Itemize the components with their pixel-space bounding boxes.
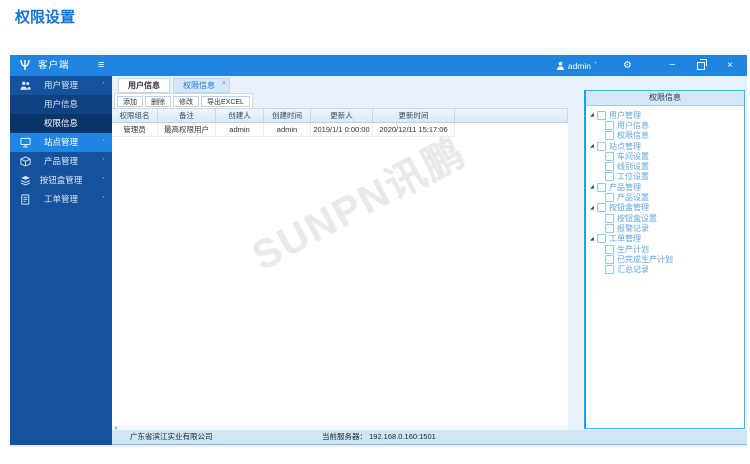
- user-name: admin: [567, 60, 591, 71]
- user-icon: [556, 61, 564, 70]
- restore-button[interactable]: [697, 59, 707, 70]
- app-name: 客户端: [38, 60, 70, 71]
- col-header-remark[interactable]: 备注: [158, 108, 216, 123]
- chevron-down-icon: ˅: [102, 177, 105, 184]
- close-button[interactable]: ×: [727, 55, 733, 76]
- permission-table: 权限组名 备注 创建人 创建时间 更新人 更新时间 管理员 最高权限用户 adm…: [112, 108, 568, 431]
- tab-bar: 用户信息 权限信息 ×: [118, 78, 230, 93]
- checkbox[interactable]: [597, 203, 606, 213]
- sidebar-item-permission-info[interactable]: 权限信息: [10, 114, 112, 133]
- tree-node-group[interactable]: ◢ 按钮盒管理: [590, 203, 742, 213]
- chevron-down-icon: ˅: [102, 196, 105, 203]
- sidebar-item-user-management[interactable]: 用户管理 ˄: [10, 76, 112, 95]
- col-header-update-time[interactable]: 更新时间: [373, 108, 455, 123]
- checkbox[interactable]: [605, 193, 614, 203]
- sidebar-item-product-management[interactable]: 产品管理 ˅: [10, 152, 112, 171]
- product-box-icon: [20, 156, 31, 167]
- sidebar: 用户管理 ˄ 用户信息 权限信息 站点管理 ˅ 产品管理 ˅ 按钮盒管理 ˅ 工…: [10, 76, 112, 445]
- app-window: 客户端 ≡ admin ˅ ⚙ – × 用户管理 ˄ 用户信息 权限信息 站点管…: [10, 55, 747, 447]
- col-header-filler: [455, 108, 568, 123]
- permission-tree: ◢ 用户管理 用户信息 权限信息 ◢ 站点管理 车间设置 线别设置 工位设置 ◢ 产品…: [586, 106, 744, 275]
- tree-node[interactable]: 汇总记录: [590, 264, 742, 274]
- tab-close-icon[interactable]: ×: [222, 77, 226, 90]
- monitor-icon: [20, 137, 31, 148]
- expand-icon: ◢: [590, 112, 594, 119]
- layers-icon: [20, 175, 31, 186]
- edit-button[interactable]: 修改: [173, 95, 199, 107]
- checkbox[interactable]: [605, 131, 614, 141]
- checkbox[interactable]: [597, 110, 606, 120]
- checkbox[interactable]: [605, 172, 614, 182]
- expand-icon: ◢: [590, 204, 594, 211]
- app-logo-icon: [19, 59, 31, 71]
- user-menu[interactable]: admin ˅: [556, 55, 597, 76]
- work-order-icon: [20, 194, 31, 205]
- export-excel-button[interactable]: 导出EXCEL: [201, 95, 250, 107]
- toolbar: 添加 删除 修改 导出EXCEL: [114, 93, 253, 109]
- tree-node[interactable]: 生产计划: [590, 244, 742, 254]
- expand-icon: ◢: [590, 235, 594, 242]
- tree-node-group[interactable]: ◢ 站点管理: [590, 141, 742, 151]
- panel-title: 权限信息: [586, 91, 744, 106]
- settings-gear-icon[interactable]: ⚙: [623, 55, 632, 76]
- tree-node[interactable]: 用户信息: [590, 120, 742, 130]
- tab-permission-info[interactable]: 权限信息 ×: [173, 78, 230, 93]
- tree-node[interactable]: 产品设置: [590, 192, 742, 202]
- chevron-down-icon: ˅: [102, 158, 105, 165]
- expand-icon: ◢: [590, 143, 594, 150]
- col-header-group-name[interactable]: 权限组名: [112, 108, 158, 123]
- sidebar-item-user-info[interactable]: 用户信息: [10, 95, 112, 114]
- table-header-row: 权限组名 备注 创建人 创建时间 更新人 更新时间: [112, 108, 568, 123]
- checkbox[interactable]: [605, 162, 614, 172]
- users-icon: [20, 80, 31, 91]
- table-row[interactable]: 管理员 最高权限用户 admin admin 2019/1/1 0:00:00 …: [112, 123, 568, 137]
- titlebar: 客户端 ≡ admin ˅ ⚙ – ×: [10, 55, 747, 76]
- watermark: SUNPN讯鹏: [245, 130, 473, 279]
- chevron-up-icon: ˄: [102, 82, 105, 89]
- tree-node[interactable]: 线别设置: [590, 161, 742, 171]
- chevron-down-icon: ˅: [594, 62, 597, 69]
- tab-user-info[interactable]: 用户信息: [118, 78, 170, 93]
- add-button[interactable]: 添加: [117, 95, 143, 107]
- tree-node-group[interactable]: ◢ 工单管理: [590, 234, 742, 244]
- col-header-creator[interactable]: 创建人: [216, 108, 264, 123]
- main-content: 用户信息 权限信息 × 添加 删除 修改 导出EXCEL 权限组名 备注 创建人…: [112, 76, 747, 431]
- current-server: 当前服务器： 192.168.0.160:1501: [322, 432, 436, 441]
- permission-panel: 权限信息 ◢ 用户管理 用户信息 权限信息 ◢ 站点管理 车间设置 线别设置 工位设…: [584, 90, 745, 429]
- tree-node[interactable]: 车间设置: [590, 151, 742, 161]
- col-header-create-time[interactable]: 创建时间: [264, 108, 311, 123]
- menu-toggle-icon[interactable]: ≡: [98, 55, 104, 76]
- tree-node[interactable]: 按钮盒设置: [590, 213, 742, 223]
- expand-icon: ◢: [590, 184, 594, 191]
- checkbox[interactable]: [605, 213, 614, 223]
- checkbox[interactable]: [605, 151, 614, 161]
- delete-button[interactable]: 删除: [145, 95, 171, 107]
- tree-node[interactable]: 已完成生产计划: [590, 254, 742, 264]
- checkbox[interactable]: [605, 120, 614, 130]
- sidebar-item-site-management[interactable]: 站点管理 ˅: [10, 133, 112, 152]
- tree-node[interactable]: 报警记录: [590, 223, 742, 233]
- page-title: 权限设置: [15, 9, 76, 26]
- col-header-updater[interactable]: 更新人: [311, 108, 373, 123]
- minimize-button[interactable]: –: [669, 55, 675, 74]
- checkbox[interactable]: [605, 244, 614, 254]
- checkbox[interactable]: [597, 182, 606, 192]
- chevron-down-icon: ˅: [102, 139, 105, 146]
- checkbox[interactable]: [605, 265, 614, 275]
- page: 权限设置 客户端 ≡ admin ˅ ⚙ – × 用户管理 ˄ 用户信息 权限信…: [0, 0, 750, 464]
- checkbox[interactable]: [597, 234, 606, 244]
- checkbox[interactable]: [597, 141, 606, 151]
- status-bar: 广东省滨江实业有限公司 当前服务器： 192.168.0.160:1501: [112, 430, 747, 445]
- tree-node-group[interactable]: ◢ 用户管理: [590, 110, 742, 120]
- tree-node[interactable]: 工位设置: [590, 172, 742, 182]
- tree-node-group[interactable]: ◢ 产品管理: [590, 182, 742, 192]
- checkbox[interactable]: [605, 254, 614, 264]
- company-name: 广东省滨江实业有限公司: [130, 432, 213, 441]
- tree-node[interactable]: 权限信息: [590, 131, 742, 141]
- checkbox[interactable]: [605, 223, 614, 233]
- sidebar-item-buttonbox-management[interactable]: 按钮盒管理 ˅: [10, 171, 112, 190]
- sidebar-item-workorder-management[interactable]: 工单管理 ˅: [10, 190, 112, 209]
